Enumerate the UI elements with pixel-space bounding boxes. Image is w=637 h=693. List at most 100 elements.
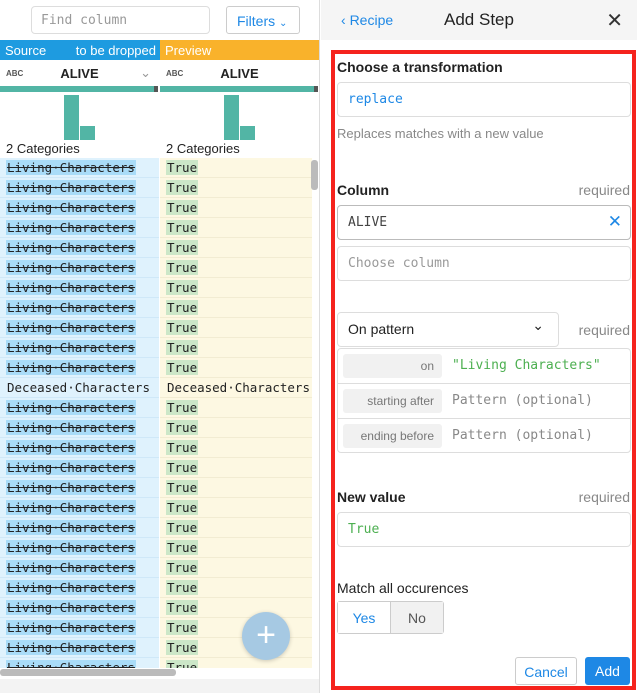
table-row[interactable]: Living·Characters True: [0, 398, 312, 418]
table-row[interactable]: Living·Characters True: [0, 298, 312, 318]
preview-cell[interactable]: True: [160, 278, 312, 298]
preview-cell[interactable]: True: [160, 438, 312, 458]
table-row[interactable]: Living·Characters True: [0, 238, 312, 258]
source-cell[interactable]: Living·Characters: [0, 618, 159, 638]
preview-cell[interactable]: True: [160, 298, 312, 318]
histogram-bar[interactable]: [80, 126, 95, 140]
preview-cell[interactable]: True: [160, 478, 312, 498]
column-input[interactable]: ALIVE ✕: [337, 205, 631, 240]
preview-cell[interactable]: True: [160, 538, 312, 558]
preview-cell[interactable]: True: [160, 338, 312, 358]
table-row[interactable]: Living·Characters True: [0, 218, 312, 238]
source-cell[interactable]: Living·Characters: [0, 478, 159, 498]
source-cell[interactable]: Living·Characters: [0, 158, 159, 178]
table-row[interactable]: Living·Characters True: [0, 458, 312, 478]
source-cell[interactable]: Living·Characters: [0, 298, 159, 318]
preview-cell[interactable]: True: [160, 258, 312, 278]
no-option[interactable]: No: [391, 602, 443, 633]
preview-cell[interactable]: True: [160, 398, 312, 418]
close-icon[interactable]: ✕: [606, 8, 623, 33]
transformation-input[interactable]: replace: [337, 82, 631, 117]
ending-before-input[interactable]: Pattern (optional): [452, 428, 593, 443]
source-cell[interactable]: Living·Characters: [0, 278, 159, 298]
table-row[interactable]: Living·Characters True: [0, 198, 312, 218]
table-row[interactable]: Living·Characters True: [0, 258, 312, 278]
chevron-down-icon[interactable]: ⌄: [140, 65, 151, 81]
preview-cell[interactable]: True: [160, 158, 312, 178]
filters-button[interactable]: Filters ⌄: [226, 6, 300, 34]
source-column-header[interactable]: ABC ALIVE ⌄: [0, 60, 159, 86]
source-cell[interactable]: Living·Characters: [0, 458, 159, 478]
source-cell[interactable]: Living·Characters: [0, 398, 159, 418]
table-row[interactable]: Living·Characters True: [0, 358, 312, 378]
preview-cell[interactable]: True: [160, 178, 312, 198]
table-row[interactable]: Living·Characters True: [0, 278, 312, 298]
table-row[interactable]: Living·Characters True: [0, 318, 312, 338]
vertical-scrollbar[interactable]: [311, 160, 318, 190]
preview-cell[interactable]: True: [160, 518, 312, 538]
preview-cell[interactable]: True: [160, 218, 312, 238]
add-button[interactable]: Add: [585, 657, 630, 685]
yes-option[interactable]: Yes: [338, 602, 391, 633]
source-cell[interactable]: Living·Characters: [0, 238, 159, 258]
source-cell[interactable]: Living·Characters: [0, 598, 159, 618]
table-row[interactable]: Living·Characters True: [0, 338, 312, 358]
preview-cell[interactable]: True: [160, 418, 312, 438]
table-row[interactable]: Living·Characters True: [0, 538, 312, 558]
preview-cell[interactable]: True: [160, 238, 312, 258]
preview-cell[interactable]: True: [160, 198, 312, 218]
table-row[interactable]: Living·Characters True: [0, 178, 312, 198]
source-cell[interactable]: Living·Characters: [0, 218, 159, 238]
histogram-bar[interactable]: [240, 126, 255, 140]
mode-select[interactable]: On pattern ⌄: [337, 312, 559, 347]
preview-cell[interactable]: Deceased·Characters: [160, 378, 312, 398]
table-row[interactable]: Deceased·Characters Deceased·Characters: [0, 378, 312, 398]
source-cell[interactable]: Living·Characters: [0, 418, 159, 438]
source-header: Source to be dropped: [0, 40, 160, 60]
cancel-button[interactable]: Cancel: [515, 657, 577, 685]
preview-cell[interactable]: True: [160, 658, 312, 668]
table-row[interactable]: Living·Characters True: [0, 558, 312, 578]
source-cell[interactable]: Living·Characters: [0, 258, 159, 278]
preview-cell[interactable]: True: [160, 558, 312, 578]
source-cell[interactable]: Living·Characters: [0, 538, 159, 558]
histogram-bar[interactable]: [64, 95, 79, 140]
new-value-input[interactable]: True: [337, 512, 631, 547]
table-row[interactable]: Living·Characters True: [0, 478, 312, 498]
preview-cell[interactable]: True: [160, 598, 312, 618]
source-cell[interactable]: Living·Characters: [0, 318, 159, 338]
source-cell[interactable]: Deceased·Characters: [0, 378, 159, 398]
source-cell[interactable]: Living·Characters: [0, 438, 159, 458]
source-cell[interactable]: Living·Characters: [0, 198, 159, 218]
choose-column-input[interactable]: Choose column: [337, 246, 631, 281]
source-cell[interactable]: Living·Characters: [0, 338, 159, 358]
source-cell[interactable]: Living·Characters: [0, 358, 159, 378]
table-row[interactable]: Living·Characters True: [0, 438, 312, 458]
preview-cell[interactable]: True: [160, 358, 312, 378]
preview-cell[interactable]: True: [160, 578, 312, 598]
clear-icon[interactable]: ✕: [608, 212, 622, 232]
table-row[interactable]: Living·Characters True: [0, 158, 312, 178]
add-step-panel: ‹ Recipe Add Step ✕ Choose a transformat…: [321, 0, 637, 693]
horizontal-scrollbar[interactable]: [0, 669, 176, 676]
find-column-input[interactable]: Find column: [31, 6, 210, 34]
pattern-on-input[interactable]: "Living Characters": [452, 358, 601, 373]
add-step-fab[interactable]: +: [242, 612, 290, 660]
source-cell[interactable]: Living·Characters: [0, 638, 159, 658]
preview-cell[interactable]: True: [160, 318, 312, 338]
preview-cell[interactable]: True: [160, 498, 312, 518]
cell-value: True: [166, 560, 199, 575]
source-cell[interactable]: Living·Characters: [0, 578, 159, 598]
table-row[interactable]: Living·Characters True: [0, 498, 312, 518]
table-row[interactable]: Living·Characters True: [0, 518, 312, 538]
source-cell[interactable]: Living·Characters: [0, 178, 159, 198]
starting-after-input[interactable]: Pattern (optional): [452, 393, 593, 408]
source-cell[interactable]: Living·Characters: [0, 558, 159, 578]
preview-cell[interactable]: True: [160, 458, 312, 478]
histogram-bar[interactable]: [224, 95, 239, 140]
source-cell[interactable]: Living·Characters: [0, 498, 159, 518]
table-row[interactable]: Living·Characters True: [0, 578, 312, 598]
source-cell[interactable]: Living·Characters: [0, 658, 159, 668]
table-row[interactable]: Living·Characters True: [0, 418, 312, 438]
source-cell[interactable]: Living·Characters: [0, 518, 159, 538]
